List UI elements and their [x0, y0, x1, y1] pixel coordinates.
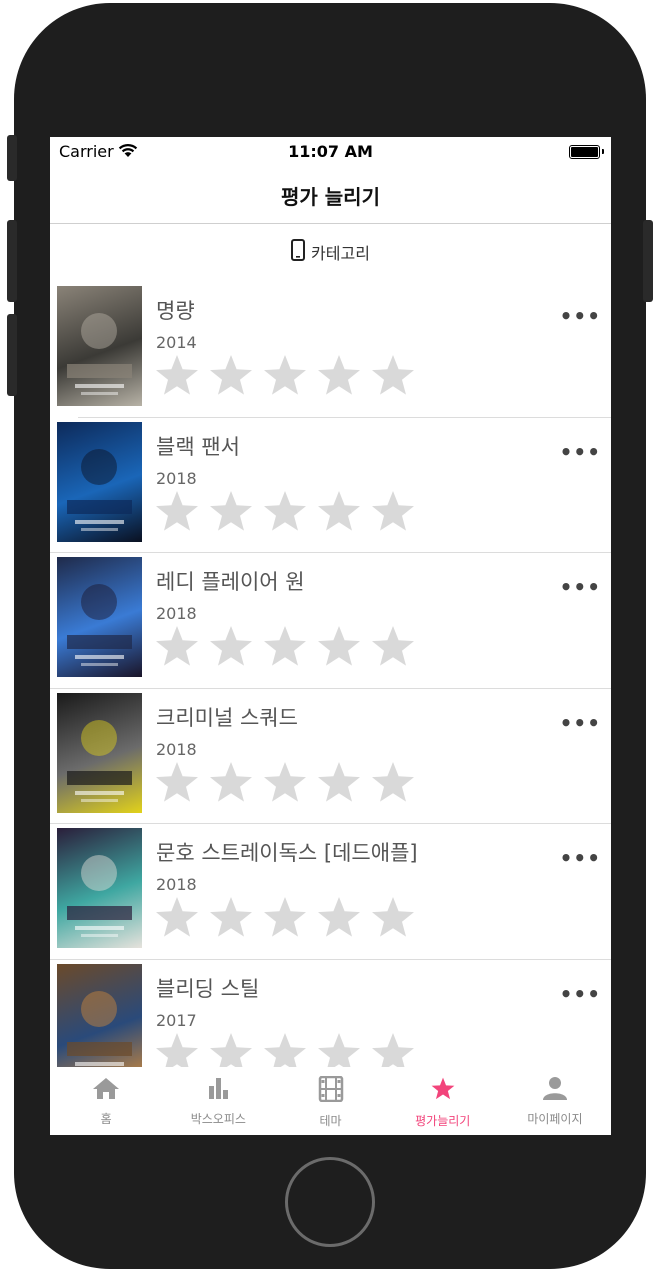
category-label: 카테고리 — [311, 244, 370, 263]
star-icon[interactable] — [315, 894, 363, 942]
movie-title: 크리미널 스쿼드 — [156, 705, 298, 730]
star-rating — [153, 623, 417, 671]
tab-bar: 홈 박스오피스 테마 평가늘리기 마이페이지 — [50, 1067, 611, 1135]
tab-home[interactable]: 홈 — [50, 1067, 162, 1135]
person-icon — [541, 1076, 569, 1104]
movie-year: 2014 — [156, 333, 197, 352]
star-icon[interactable] — [315, 623, 363, 671]
star-icon[interactable] — [153, 623, 201, 671]
film-icon — [317, 1075, 345, 1106]
movie-title: 블랙 팬서 — [156, 434, 240, 459]
star-icon[interactable] — [261, 352, 309, 400]
movie-row[interactable]: 크리미널 스쿼드 2018 ••• — [50, 689, 611, 825]
star-icon[interactable] — [207, 488, 255, 536]
star-rating — [153, 759, 417, 807]
movie-year: 2018 — [156, 604, 197, 624]
movie-year: 2018 — [156, 875, 197, 895]
star-icon[interactable] — [369, 488, 417, 536]
tab-star[interactable]: 평가늘리기 — [387, 1067, 499, 1135]
movie-poster[interactable] — [57, 557, 142, 678]
tab-label: 박스오피스 — [190, 1112, 246, 1126]
movie-title: 문호 스트레이독스 [데드애플] — [156, 841, 418, 866]
star-icon[interactable] — [369, 623, 417, 671]
tab-bar-chart[interactable]: 박스오피스 — [162, 1067, 274, 1135]
movie-year: 2017 — [156, 1010, 197, 1030]
mute-switch — [7, 135, 17, 181]
movie-row[interactable]: 블랙 팬서 2018 ••• — [50, 418, 611, 554]
power-button — [643, 220, 653, 302]
star-icon[interactable] — [315, 488, 363, 536]
movie-poster[interactable] — [57, 692, 142, 813]
nav-divider — [50, 223, 611, 224]
movie-poster[interactable] — [57, 421, 142, 542]
tab-label: 테마 — [319, 1114, 342, 1128]
category-button[interactable]: 카테고리 — [50, 237, 611, 267]
movie-poster[interactable] — [57, 963, 142, 1084]
movie-poster[interactable] — [57, 286, 142, 406]
home-button[interactable] — [285, 1157, 375, 1247]
battery-icon — [569, 145, 604, 159]
star-icon[interactable] — [315, 759, 363, 807]
star-icon — [429, 1076, 457, 1106]
phone-icon — [291, 239, 306, 265]
star-icon[interactable] — [207, 623, 255, 671]
star-icon[interactable] — [261, 488, 309, 536]
more-options-button[interactable]: ••• — [560, 575, 601, 599]
home-icon — [92, 1076, 120, 1104]
star-icon[interactable] — [261, 894, 309, 942]
star-rating — [153, 352, 417, 400]
star-icon[interactable] — [369, 352, 417, 400]
movie-year: 2018 — [156, 739, 197, 759]
movie-row[interactable]: 레디 플레이어 원 2018 ••• — [50, 553, 611, 689]
star-icon[interactable] — [207, 352, 255, 400]
star-icon[interactable] — [153, 759, 201, 807]
star-icon[interactable] — [261, 759, 309, 807]
more-options-button[interactable]: ••• — [560, 711, 601, 735]
star-icon[interactable] — [261, 623, 309, 671]
movie-title: 블리딩 스틸 — [156, 976, 260, 1001]
tab-label: 마이페이지 — [527, 1112, 583, 1126]
volume-down-button — [7, 314, 17, 396]
star-icon[interactable] — [153, 894, 201, 942]
movie-row[interactable]: 문호 스트레이독스 [데드애플] 2018 ••• — [50, 824, 611, 960]
star-icon[interactable] — [315, 352, 363, 400]
app-screen: Carrier 11:07 AM 평가 늘리기 카테고리 명량 2014 •••… — [50, 137, 611, 1135]
star-icon[interactable] — [369, 759, 417, 807]
volume-up-button — [7, 220, 17, 302]
more-options-button[interactable]: ••• — [560, 846, 601, 870]
tab-label: 평가늘리기 — [415, 1114, 471, 1128]
star-icon[interactable] — [207, 759, 255, 807]
star-icon[interactable] — [207, 894, 255, 942]
tab-person[interactable]: 마이페이지 — [499, 1067, 611, 1135]
status-time: 11:07 AM — [288, 142, 373, 161]
movie-list: 명량 2014 ••• 블랙 팬서 2018 ••• 레디 플레이어 원 2018 ••• … — [50, 282, 611, 1096]
star-rating — [153, 894, 417, 942]
movie-title: 명량 — [156, 299, 195, 323]
status-bar: Carrier 11:07 AM — [50, 137, 611, 165]
tab-film[interactable]: 테마 — [274, 1067, 386, 1135]
movie-year: 2018 — [156, 468, 197, 488]
more-options-button[interactable]: ••• — [560, 982, 601, 1006]
tab-label: 홈 — [100, 1112, 112, 1126]
movie-poster[interactable] — [57, 828, 142, 949]
movie-row[interactable]: 명량 2014 ••• — [50, 282, 611, 418]
star-icon[interactable] — [369, 894, 417, 942]
star-icon[interactable] — [153, 352, 201, 400]
more-options-button[interactable]: ••• — [560, 304, 601, 328]
star-icon[interactable] — [153, 488, 201, 536]
star-rating — [153, 488, 417, 536]
movie-title: 레디 플레이어 원 — [156, 570, 305, 595]
more-options-button[interactable]: ••• — [560, 440, 601, 464]
page-title: 평가 늘리기 — [281, 185, 380, 209]
bar-chart-icon — [204, 1076, 232, 1104]
